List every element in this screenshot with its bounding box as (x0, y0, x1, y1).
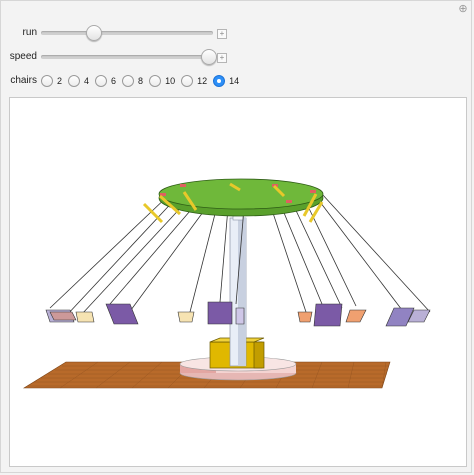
speed-slider-thumb[interactable] (200, 49, 217, 65)
speed-slider-track[interactable] (41, 55, 213, 59)
radio-label: 12 (197, 76, 208, 86)
radio-button[interactable] (213, 75, 226, 87)
radio-label: 2 (57, 76, 63, 86)
run-slider-thumb[interactable] (85, 25, 102, 41)
radio-button[interactable] (68, 75, 81, 87)
chairs-option-14[interactable]: 14 (213, 75, 239, 87)
chairs-option-6[interactable]: 6 (95, 75, 116, 87)
chairs-option-10[interactable]: 10 (149, 75, 175, 87)
run-expand-plus-icon[interactable]: + (217, 29, 227, 39)
chairs-option-8[interactable]: 8 (122, 75, 143, 87)
radio-label: 10 (165, 76, 176, 86)
chairs-option-12[interactable]: 12 (181, 75, 207, 87)
swing-ride-graphic (22, 178, 431, 389)
radio-label: 14 (229, 76, 240, 86)
central-pole (229, 205, 247, 367)
radio-button[interactable] (95, 75, 108, 87)
speed-expand-plus-icon[interactable]: + (217, 53, 227, 63)
radio-button[interactable] (41, 75, 53, 87)
radio-label: 8 (138, 76, 144, 86)
radio-button[interactable] (181, 75, 194, 87)
chairs-label: chairs (10, 75, 37, 86)
run-slider-track[interactable] (41, 31, 213, 35)
chairs-radio-group: 2 4 6 8 10 12 14 (41, 73, 245, 89)
run-label: run (22, 27, 37, 38)
radio-button[interactable] (122, 75, 135, 87)
chairs-option-4[interactable]: 4 (68, 75, 89, 87)
canopy-disk (158, 178, 324, 217)
swing-ride-3d-view[interactable] (9, 97, 467, 467)
speed-label: speed (9, 51, 37, 62)
chairs-option-2[interactable]: 2 (41, 75, 62, 87)
radio-button[interactable] (149, 75, 162, 87)
plus-icon[interactable]: ⊕ (458, 4, 468, 15)
radio-label: 6 (111, 76, 117, 86)
radio-label: 4 (84, 76, 90, 86)
demonstration-panel: ⊕ run + speed + chairs 2 4 6 8 10 12 14 (0, 0, 472, 473)
